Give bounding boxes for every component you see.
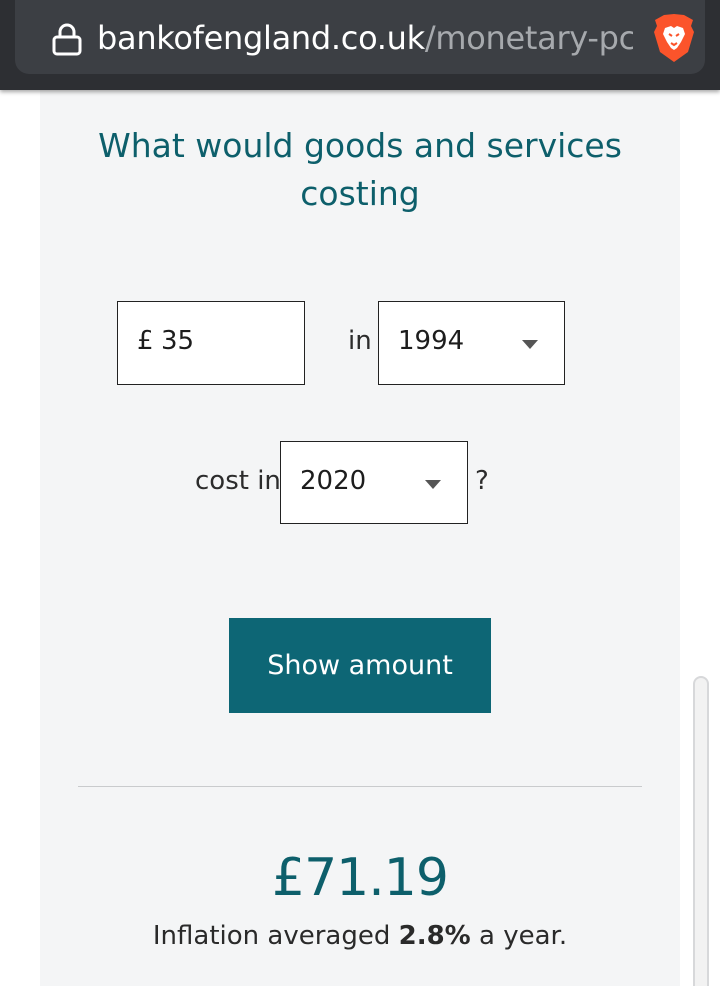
url-text[interactable]: bankofengland.co.uk/monetary-pc (97, 16, 633, 60)
summary-prefix: Inflation averaged (152, 921, 391, 951)
scrollbar[interactable] (693, 676, 709, 986)
divider (78, 786, 642, 787)
show-amount-button[interactable]: Show amount (229, 618, 491, 713)
from-year-select[interactable]: 1994 (378, 301, 565, 385)
address-bar[interactable]: bankofengland.co.uk/monetary-pc (15, 0, 705, 74)
from-year-value: 1994 (398, 326, 465, 356)
cost-in-label: cost in (195, 466, 281, 496)
chevron-down-icon (425, 480, 441, 489)
lock-icon (52, 23, 82, 56)
inflation-summary: Inflation averaged 2.8% a year. (40, 921, 680, 951)
url-domain: bankofengland.co.uk (97, 19, 425, 57)
question-mark: ? (475, 466, 489, 496)
summary-suffix: a year. (479, 921, 568, 951)
result-amount: £71.19 (272, 848, 449, 908)
browser-toolbar: bankofengland.co.uk/monetary-pc (0, 0, 720, 90)
to-year-select[interactable]: 2020 (280, 441, 468, 524)
in-label: in (348, 326, 372, 356)
amount-input[interactable]: £ 35 (117, 301, 305, 385)
chevron-down-icon (522, 340, 538, 349)
url-path: /monetary-pc (424, 19, 633, 57)
inflation-rate: 2.8% (398, 921, 471, 951)
brave-shields-icon[interactable] (651, 12, 697, 64)
amount-value: 35 (161, 326, 195, 356)
calculator-heading: What would goods and services costing (98, 126, 622, 213)
currency-symbol: £ (137, 326, 154, 356)
to-year-value: 2020 (300, 466, 367, 496)
